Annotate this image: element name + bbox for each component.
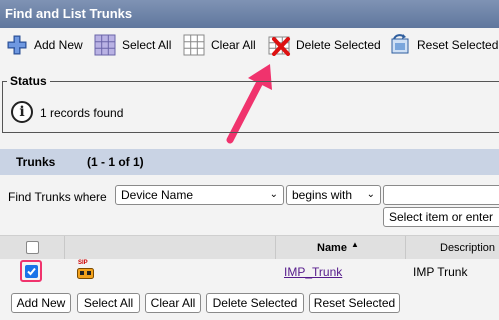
toolbar: Add New Select All Clear All Delete Sele… xyxy=(0,28,499,62)
page-title: Find and List Trunks xyxy=(0,0,499,28)
trunks-range: (1 - 1 of 1) xyxy=(87,155,144,169)
search-input[interactable] xyxy=(383,185,499,205)
column-header-name[interactable]: Name xyxy=(317,242,347,254)
trunk-description: IMP Trunk xyxy=(413,265,468,279)
chevron-down-icon: ⌄ xyxy=(366,189,375,200)
select-all-icon xyxy=(94,34,116,56)
status-message: 1 records found xyxy=(40,106,124,120)
status-legend: Status xyxy=(7,74,50,88)
trunks-section-header: Trunks (1 - 1 of 1) xyxy=(0,149,499,175)
clear-all-button[interactable]: Clear All xyxy=(145,293,201,313)
reset-selected-icon xyxy=(389,34,411,56)
info-icon: i xyxy=(11,101,33,123)
table-row: SIP IMP_Trunk IMP Trunk xyxy=(0,259,499,285)
select-all-checkbox[interactable] xyxy=(26,241,39,254)
trunk-name-link[interactable]: IMP_Trunk xyxy=(284,265,342,279)
trunks-title: Trunks xyxy=(16,155,56,169)
delete-selected-button[interactable]: Delete Selected xyxy=(206,293,304,313)
delete-selected-toolbar-button[interactable]: Delete Selected xyxy=(268,32,381,58)
clear-all-toolbar-button[interactable]: Clear All xyxy=(183,32,256,58)
chevron-down-icon: ⌄ xyxy=(269,189,278,200)
select-all-button[interactable]: Select All xyxy=(77,293,140,313)
reset-selected-toolbar-button[interactable]: Reset Selected xyxy=(389,32,498,58)
add-new-button[interactable]: Add New xyxy=(11,293,71,313)
find-field-select[interactable]: Device Name ⌄ xyxy=(115,185,284,205)
find-label: Find Trunks where xyxy=(8,190,107,204)
table-header: Name ▲ Description xyxy=(0,235,499,261)
sort-ascending-icon: ▲ xyxy=(351,240,359,249)
reset-selected-button[interactable]: Reset Selected xyxy=(309,293,400,313)
row-checkbox[interactable] xyxy=(25,265,38,278)
add-icon xyxy=(6,34,28,56)
select-all-toolbar-button[interactable]: Select All xyxy=(94,32,171,58)
sip-trunk-icon: SIP xyxy=(77,260,95,280)
delete-selected-icon xyxy=(268,34,290,56)
select-item-button[interactable]: Select item or enter xyxy=(383,207,499,227)
column-header-description: Description xyxy=(440,242,496,254)
find-operator-select[interactable]: begins with ⌄ xyxy=(286,185,381,205)
clear-all-icon xyxy=(183,34,205,56)
add-new-toolbar-button[interactable]: Add New xyxy=(6,32,83,58)
